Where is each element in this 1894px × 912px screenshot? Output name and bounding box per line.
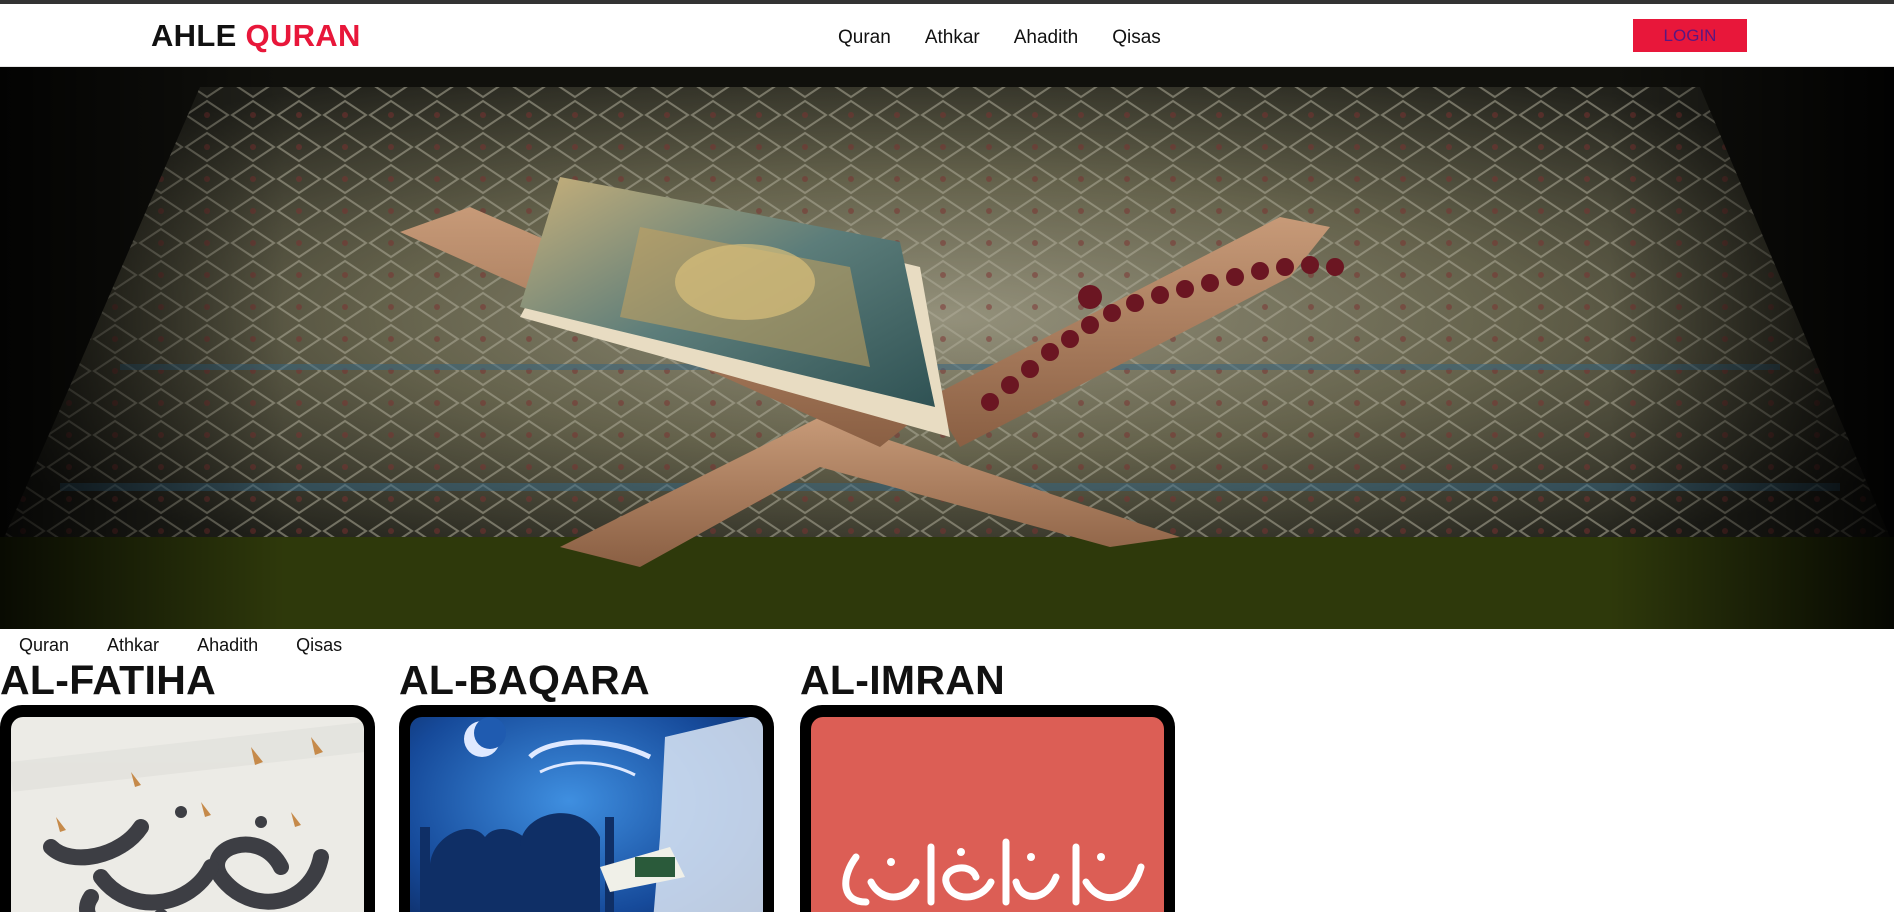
page: AHLE QURAN Quran Athkar Ahadith Qisas LO…: [0, 0, 1894, 912]
surah-card-frame: [399, 705, 774, 912]
site-logo[interactable]: AHLE QURAN: [151, 18, 361, 54]
surah-card-al-imran[interactable]: AL-IMRAN: [800, 658, 1175, 912]
surah-card-image[interactable]: [811, 717, 1164, 912]
surah-card-image[interactable]: [11, 717, 364, 912]
surah-card-title: AL-BAQARA: [399, 657, 650, 703]
surah-card-al-baqara[interactable]: AL-BAQARA: [399, 658, 774, 912]
hero-image: [0, 67, 1894, 629]
quran-stand-illustration: [0, 67, 1894, 629]
surah-card-frame: [0, 705, 375, 912]
subnav-link-athkar[interactable]: Athkar: [107, 634, 159, 656]
nav-link-quran[interactable]: Quran: [838, 26, 891, 50]
surah-card-image[interactable]: [410, 717, 763, 912]
al-baqara-mosque-image: [410, 717, 763, 912]
subnav-link-ahadith[interactable]: Ahadith: [197, 634, 258, 656]
main-nav: Quran Athkar Ahadith Qisas: [838, 26, 1195, 50]
al-imran-calligraphy-image: [811, 717, 1164, 912]
login-button[interactable]: LOGIN: [1633, 19, 1747, 52]
surah-card-al-fatiha[interactable]: AL-FATIHA: [0, 658, 375, 912]
nav-link-ahadith[interactable]: Ahadith: [1014, 26, 1078, 50]
nav-link-athkar[interactable]: Athkar: [925, 26, 980, 50]
surah-card-frame: [800, 705, 1175, 912]
site-header: AHLE QURAN Quran Athkar Ahadith Qisas LO…: [0, 4, 1894, 67]
subnav-link-quran[interactable]: Quran: [19, 634, 69, 656]
logo-text-quran: QURAN: [245, 18, 361, 53]
surah-card-title: AL-IMRAN: [800, 657, 1006, 703]
nav-link-qisas[interactable]: Qisas: [1112, 26, 1161, 50]
al-fatiha-calligraphy-image: [11, 717, 364, 912]
surah-card-title: AL-FATIHA: [0, 657, 217, 703]
secondary-nav: Quran Athkar Ahadith Qisas: [19, 634, 380, 656]
logo-text-ahle: AHLE: [151, 18, 237, 53]
subnav-link-qisas[interactable]: Qisas: [296, 634, 342, 656]
